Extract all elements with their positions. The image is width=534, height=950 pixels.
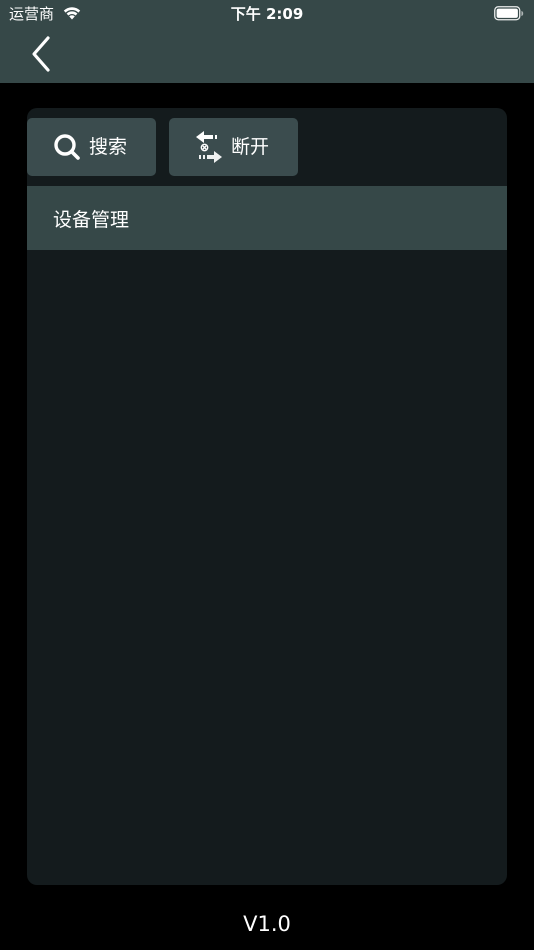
main-panel: 搜索 断开 设备管理: [27, 108, 507, 885]
battery-icon: [494, 6, 524, 21]
top-bar: 运营商 下午 2:09: [0, 0, 534, 83]
clock: 下午 2:09: [230, 5, 304, 23]
list-item-device-management[interactable]: 设备管理: [27, 186, 507, 250]
list-item-label: 设备管理: [53, 208, 130, 231]
search-button-label: 搜索: [89, 136, 128, 158]
search-icon: [51, 131, 83, 163]
version-label: V1.0: [243, 912, 291, 936]
back-button[interactable]: [24, 34, 58, 74]
search-button[interactable]: 搜索: [27, 118, 156, 176]
status-bar: 运营商 下午 2:09: [0, 0, 534, 28]
disconnect-button[interactable]: 断开: [169, 118, 298, 176]
disconnect-button-label: 断开: [231, 136, 270, 158]
app-screen: 运营商 下午 2:09 搜索 断开 设备管理 V1.0: [0, 0, 534, 950]
chevron-left-icon: [32, 36, 50, 72]
toolbar: 搜索 断开: [27, 118, 507, 176]
disconnect-icon: [193, 131, 225, 163]
